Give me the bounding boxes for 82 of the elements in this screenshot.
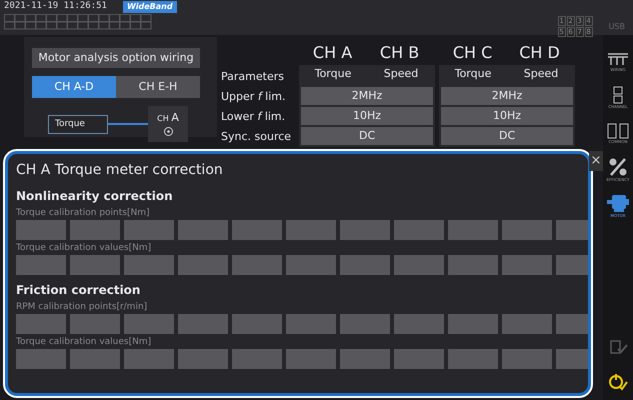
input-field[interactable] [124, 349, 174, 369]
close-button[interactable]: × [589, 151, 603, 171]
row-label: Lower f lim. [221, 109, 286, 125]
input-field[interactable] [16, 255, 66, 275]
input-field[interactable] [16, 349, 66, 369]
input-field[interactable] [448, 220, 498, 240]
input-field[interactable] [16, 220, 66, 240]
row-label: Upper f lim. [221, 89, 287, 105]
input-field[interactable] [178, 314, 228, 334]
row-label: Sync. source [221, 129, 292, 145]
parameter-value: Speed [522, 66, 560, 82]
input-field[interactable] [340, 314, 390, 334]
input-field[interactable] [178, 220, 228, 240]
channel-header: CH A [312, 42, 354, 64]
input-field[interactable] [124, 220, 174, 240]
input-field[interactable] [340, 349, 390, 369]
section-heading: Friction correction [16, 282, 142, 299]
input-field[interactable] [70, 220, 120, 240]
input-field[interactable] [286, 314, 336, 334]
input-field[interactable] [394, 349, 444, 369]
channel-tab[interactable]: CH E-H [116, 76, 200, 98]
input-field[interactable] [232, 255, 282, 275]
input-field[interactable] [502, 220, 552, 240]
input-field[interactable] [16, 314, 66, 334]
input-field[interactable] [178, 255, 228, 275]
sidebar-motor-icon[interactable] [606, 192, 630, 212]
section-heading: Nonlinearity correction [16, 188, 174, 205]
input-field[interactable] [448, 314, 498, 334]
field-label: Torque calibration points[Nm] [16, 207, 150, 220]
sidebar-percent-icon[interactable] [608, 156, 628, 176]
input-field[interactable] [178, 349, 228, 369]
channel-header: CH B [378, 42, 420, 64]
input-field[interactable] [124, 314, 174, 334]
input-field[interactable] [448, 349, 498, 369]
input-field[interactable] [286, 255, 336, 275]
input-field[interactable] [502, 314, 552, 334]
input-field[interactable] [232, 220, 282, 240]
field-label: Torque calibration values[Nm] [16, 336, 152, 349]
sidebar-columns-icon[interactable] [607, 122, 629, 138]
setting-field[interactable]: 2MHz [441, 87, 574, 105]
channel-header: CH D [518, 42, 561, 64]
setting-field[interactable]: DC [441, 127, 574, 145]
input-field[interactable] [448, 255, 498, 275]
parameter-value: Speed [382, 66, 420, 82]
input-field[interactable] [124, 255, 174, 275]
connector-line [108, 123, 148, 126]
input-field[interactable] [394, 314, 444, 334]
input-field[interactable] [232, 314, 282, 334]
channel-label: CH A [157, 110, 179, 126]
parameter-value: Torque [314, 66, 352, 82]
input-field[interactable] [502, 255, 552, 275]
input-field[interactable] [70, 255, 120, 275]
input-field[interactable] [286, 349, 336, 369]
jack-icon [164, 126, 172, 136]
mode-badge: WideBand [122, 0, 177, 13]
sidebar-channel-icon[interactable] [613, 86, 623, 104]
row-label: Parameters [221, 69, 285, 85]
setting-field[interactable]: 10Hz [301, 107, 434, 125]
sidebar-wiring-icon[interactable] [607, 50, 629, 66]
input-field[interactable] [340, 220, 390, 240]
field-label: RPM calibration points[r/min] [16, 301, 148, 314]
input-field[interactable] [70, 349, 120, 369]
input-field[interactable] [70, 314, 120, 334]
dialog-title: CH A Torque meter correction [16, 161, 224, 180]
setting-field[interactable]: 2MHz [301, 87, 434, 105]
channel-header: CH C [452, 42, 494, 64]
wiring-button[interactable]: Motor analysis option wiring [32, 48, 200, 68]
input-field[interactable] [502, 349, 552, 369]
parameter-value: Torque [454, 66, 492, 82]
setting-field[interactable]: 10Hz [441, 107, 574, 125]
input-field[interactable] [286, 220, 336, 240]
channel-tab[interactable]: CH A-D [32, 76, 116, 98]
input-field[interactable] [340, 255, 390, 275]
input-field[interactable] [394, 220, 444, 240]
setting-field[interactable]: DC [301, 127, 434, 145]
input-field[interactable] [232, 349, 282, 369]
usb-label: USB [608, 20, 625, 32]
date-time: 2021-11-19 11:26:51 [4, 0, 107, 13]
power-check-icon[interactable] [608, 372, 628, 392]
field-label: Torque calibration values[Nm] [16, 242, 152, 255]
input-field[interactable] [394, 255, 444, 275]
sensor-label: Torque [48, 114, 108, 134]
